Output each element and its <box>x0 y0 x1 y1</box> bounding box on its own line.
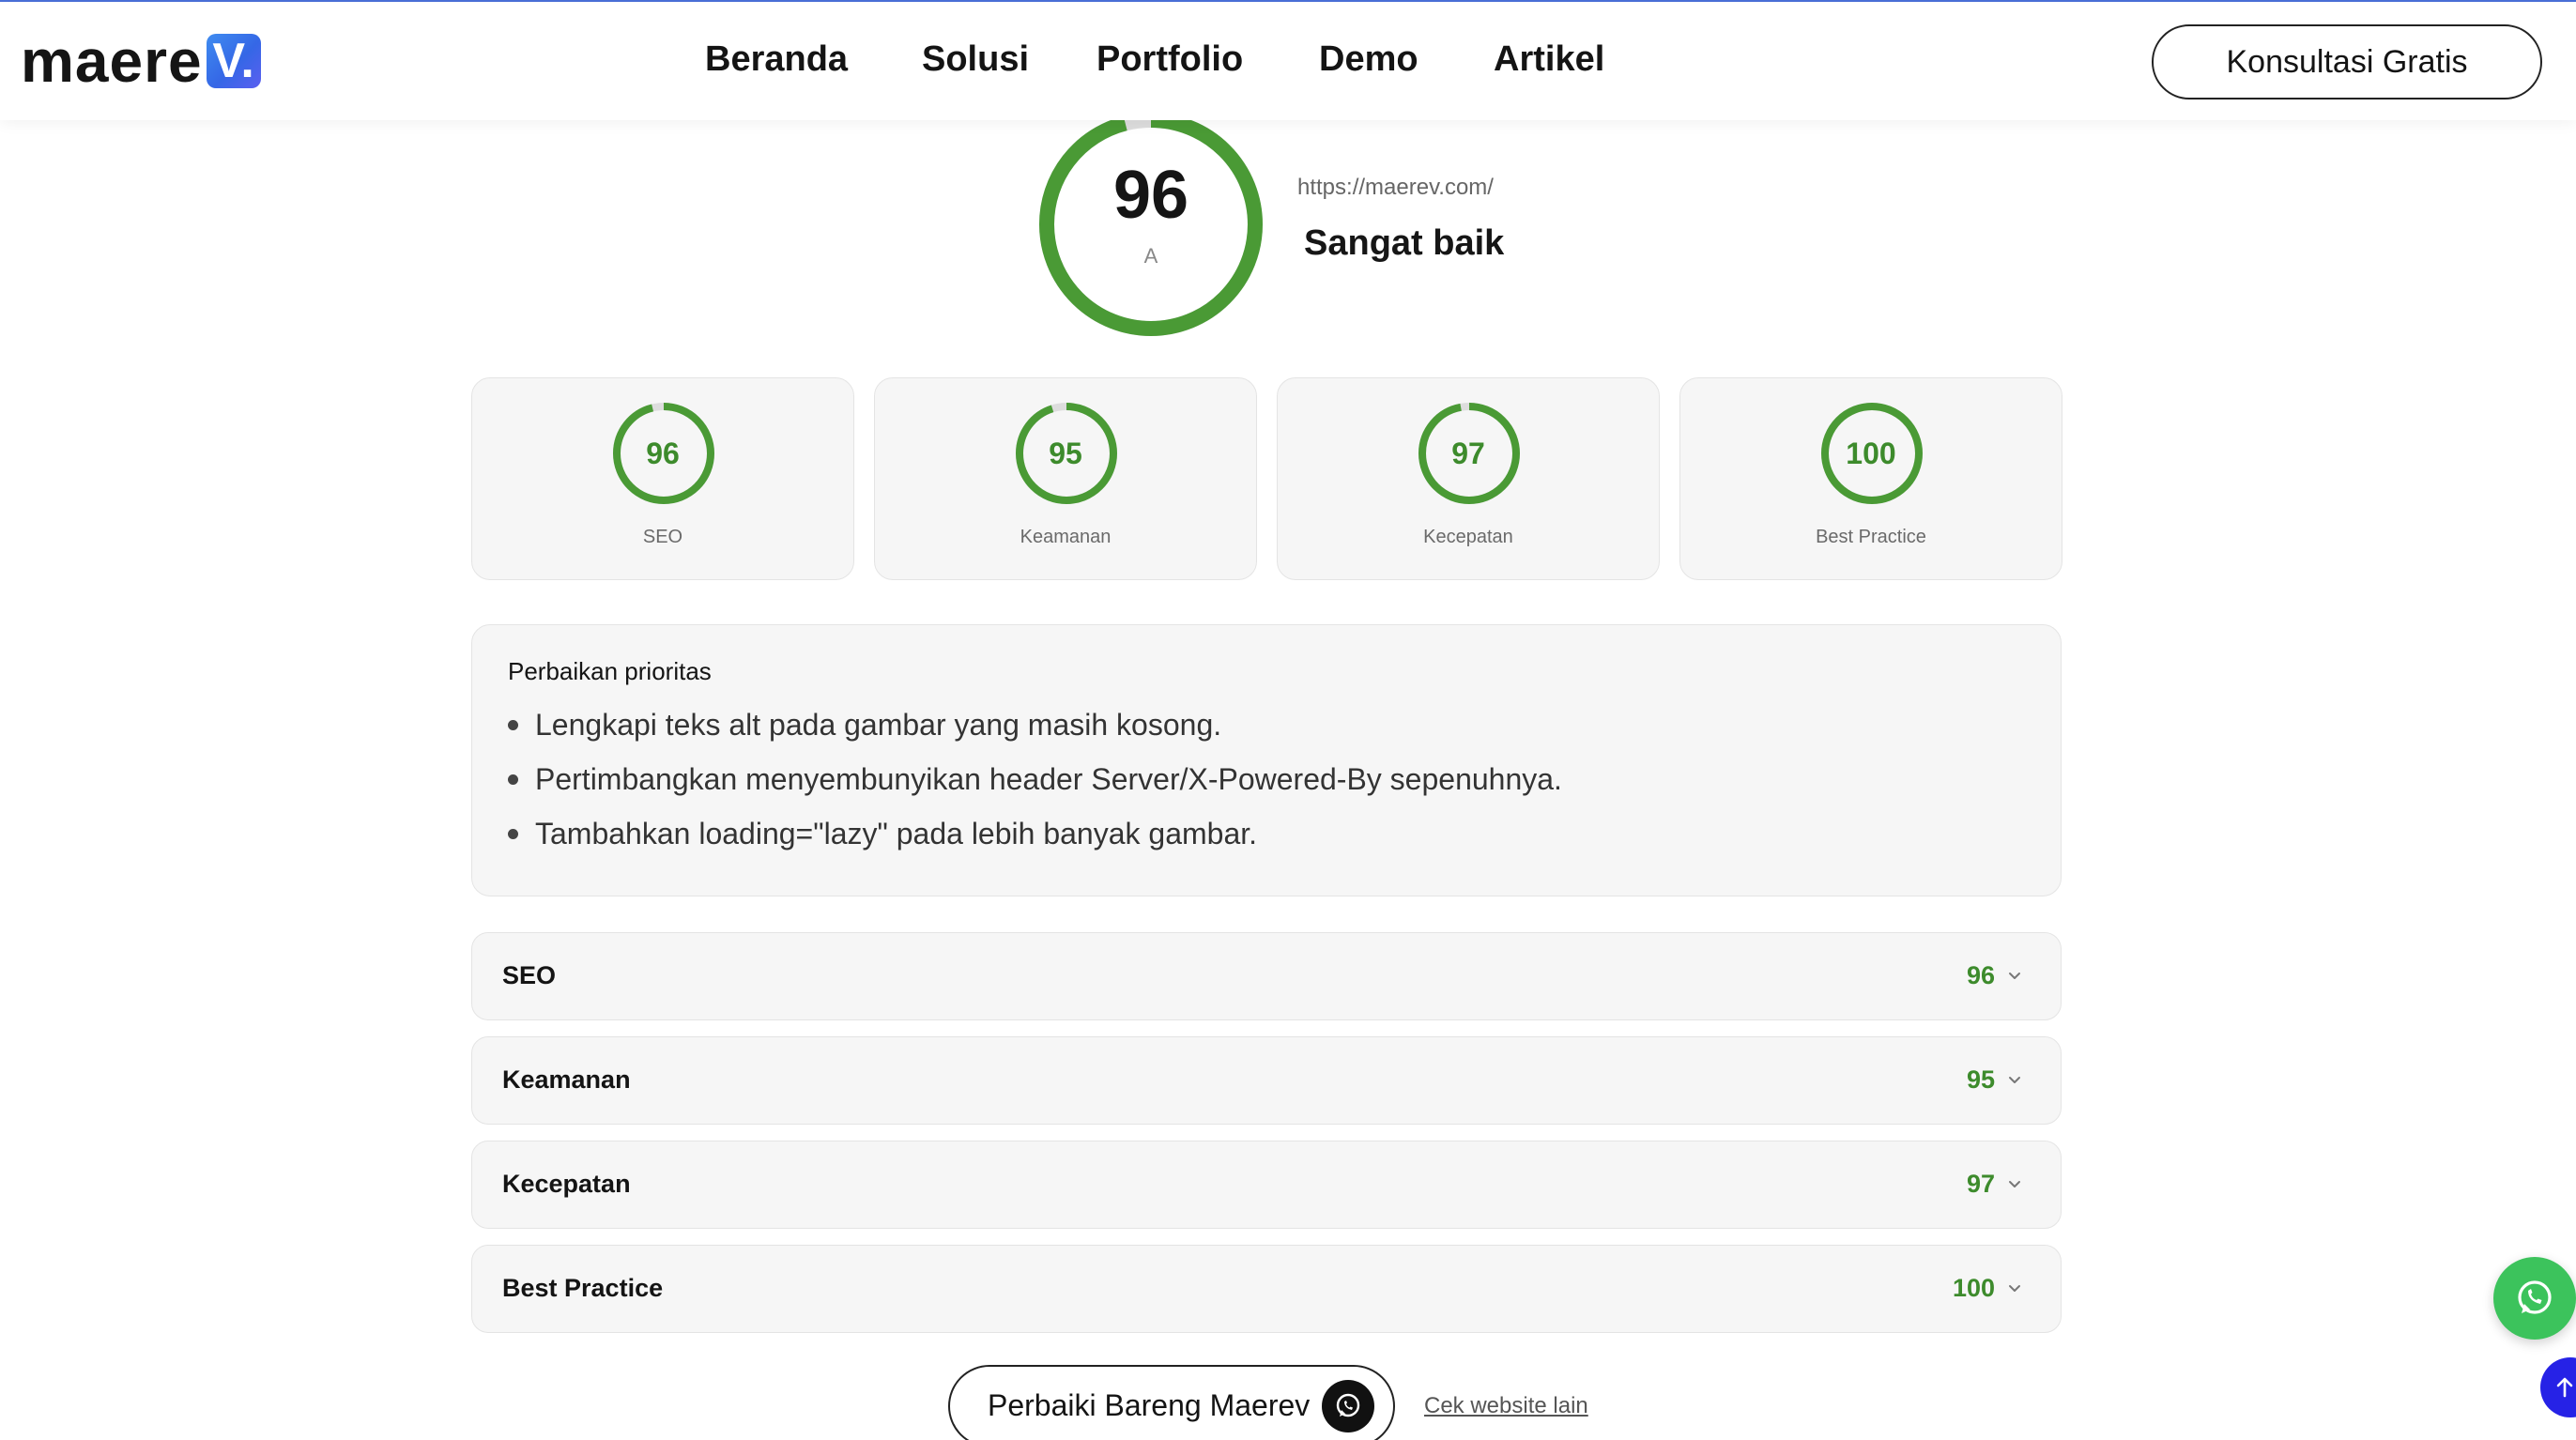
nav-item-solusi[interactable]: Solusi <box>922 39 1029 80</box>
priority-item-text: Lengkapi teks alt pada gambar yang masih… <box>535 708 1222 742</box>
scroll-to-top-button[interactable] <box>2540 1357 2576 1417</box>
site-header: maere V. Beranda Solusi Portfolio Demo A… <box>0 2 2576 120</box>
chevron-down-icon[interactable] <box>2006 1071 2023 1088</box>
bullet-icon <box>508 720 518 730</box>
check-other-website-link[interactable]: Cek website lain <box>1424 1393 1588 1419</box>
section-score: 100 <box>1952 1274 1995 1302</box>
section-score: 96 <box>1966 961 1995 989</box>
section-score: 95 <box>1966 1065 1995 1094</box>
card-label: SEO <box>642 527 683 547</box>
card-score: 96 <box>646 437 680 470</box>
score-card-best-practice: 100 Best Practice <box>1679 377 2062 580</box>
nav-item-portfolio[interactable]: Portfolio <box>1096 39 1243 80</box>
section-label: Keamanan <box>502 1065 631 1094</box>
fix-with-maerev-button[interactable]: Perbaiki Bareng Maerev <box>948 1365 1395 1440</box>
nav-item-beranda[interactable]: Beranda <box>705 39 848 80</box>
section-row-seo[interactable]: SEO 96 <box>471 932 2062 1020</box>
whatsapp-icon <box>2518 1280 2552 1314</box>
analyzed-url: https://maerev.com/ <box>1297 175 1494 200</box>
konsultasi-button[interactable]: Konsultasi Gratis <box>2152 24 2542 100</box>
bullet-icon <box>508 829 518 839</box>
card-label: Best Practice <box>1816 527 1926 547</box>
priority-item: Pertimbangkan menyembunyikan header Serv… <box>508 762 1562 797</box>
section-row-keamanan[interactable]: Keamanan 95 <box>471 1036 2062 1125</box>
priority-title: Perbaikan prioritas <box>508 657 712 685</box>
nav-item-demo[interactable]: Demo <box>1319 39 1418 80</box>
priority-item: Lengkapi teks alt pada gambar yang masih… <box>508 708 1221 743</box>
bullet-icon <box>508 774 518 785</box>
nav-item-artikel[interactable]: Artikel <box>1494 39 1604 80</box>
whatsapp-float-button[interactable] <box>2493 1257 2576 1340</box>
section-score: 97 <box>1966 1170 1995 1198</box>
section-row-best-practice[interactable]: Best Practice 100 <box>471 1245 2062 1333</box>
whatsapp-icon <box>1322 1380 1374 1432</box>
overall-score: 96 <box>1112 158 1189 233</box>
score-verdict: Sangat baik <box>1304 223 1505 263</box>
section-row-kecepatan[interactable]: Kecepatan 97 <box>471 1141 2062 1229</box>
overall-grade: A <box>1143 244 1158 268</box>
card-label: Keamanan <box>1020 527 1112 547</box>
section-label: SEO <box>502 961 557 989</box>
priority-fixes-panel: Perbaikan prioritas Lengkapi teks alt pa… <box>471 624 2062 896</box>
card-label: Kecepatan <box>1423 527 1513 547</box>
card-score: 100 <box>1846 437 1896 470</box>
priority-item: Tambahkan loading="lazy" pada lebih bany… <box>508 817 1257 851</box>
fix-button-label: Perbaiki Bareng Maerev <box>988 1388 1311 1422</box>
score-card-seo: 96 SEO <box>471 377 854 580</box>
priority-item-text: Pertimbangkan menyembunyikan header Serv… <box>535 762 1562 796</box>
arrow-up-icon <box>2556 1377 2573 1398</box>
score-card-kecepatan: 97 Kecepatan <box>1277 377 1660 580</box>
chevron-down-icon[interactable] <box>2006 967 2023 984</box>
card-score: 97 <box>1451 437 1485 470</box>
chevron-down-icon[interactable] <box>2006 1279 2023 1296</box>
section-label: Kecepatan <box>502 1170 631 1198</box>
section-label: Best Practice <box>502 1274 664 1302</box>
card-score: 95 <box>1049 437 1082 470</box>
priority-item-text: Tambahkan loading="lazy" pada lebih bany… <box>535 817 1258 850</box>
chevron-down-icon[interactable] <box>2006 1175 2023 1192</box>
score-card-keamanan: 95 Keamanan <box>874 377 1257 580</box>
